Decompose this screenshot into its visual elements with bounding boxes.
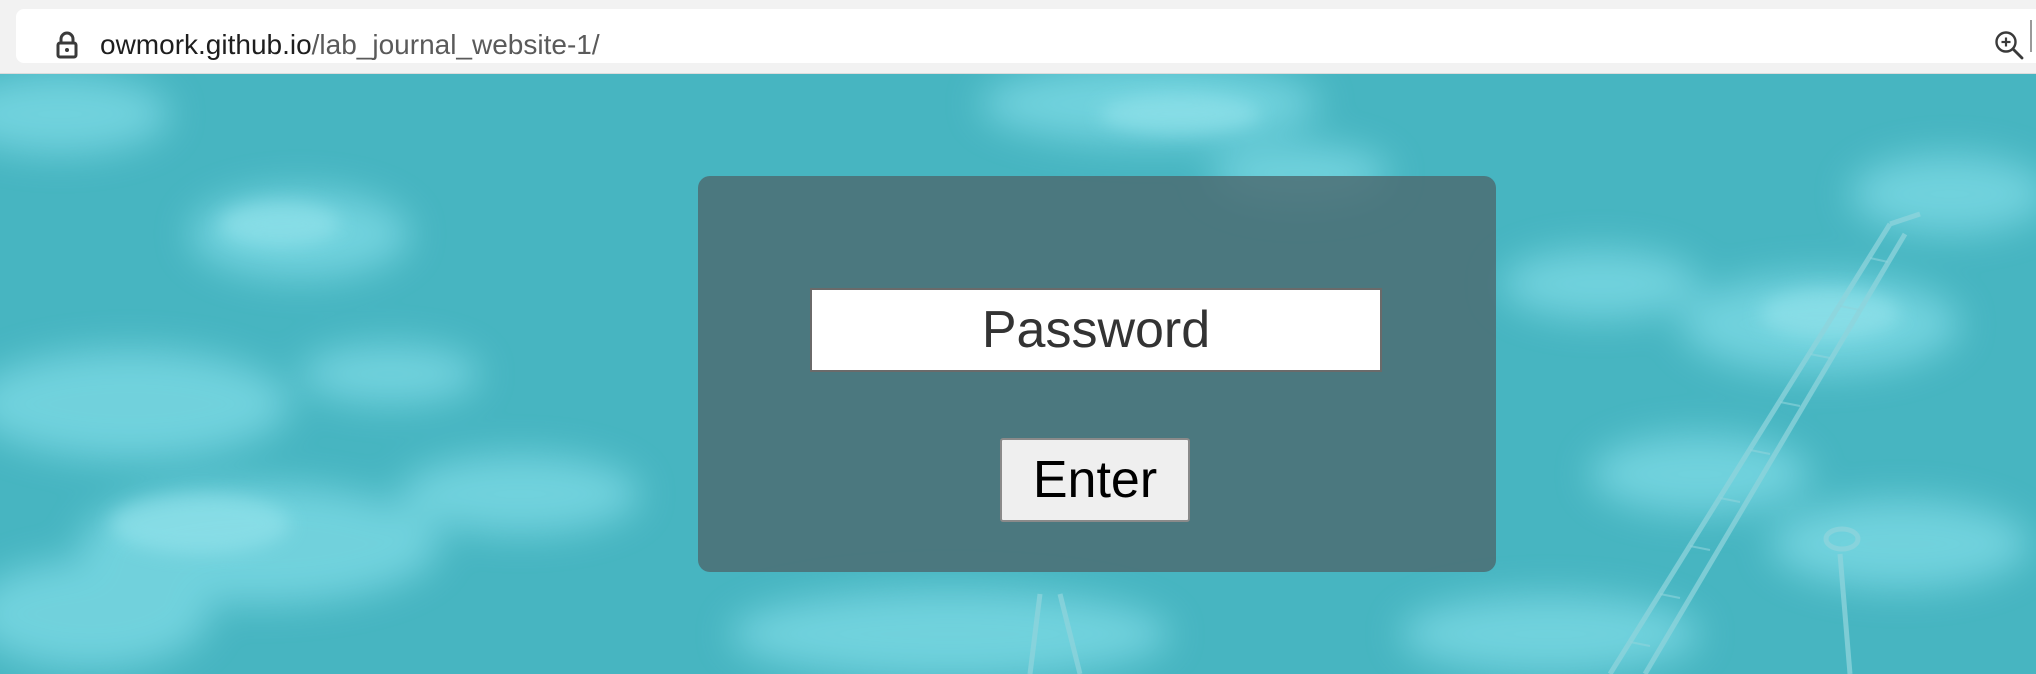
lock-icon[interactable] (56, 31, 78, 59)
url-domain: owmork.github.io (100, 29, 312, 60)
address-bar[interactable]: owmork.github.io/lab_journal_website-1/ (16, 9, 2036, 63)
browser-toolbar: owmork.github.io/lab_journal_website-1/ (0, 0, 2036, 74)
toolbar-divider (2030, 20, 2032, 52)
url-text[interactable]: owmork.github.io/lab_journal_website-1/ (100, 27, 600, 63)
login-panel: Enter (698, 176, 1496, 572)
enter-button[interactable]: Enter (1000, 438, 1190, 522)
password-input[interactable] (810, 288, 1382, 372)
url-path: /lab_journal_website-1/ (311, 29, 600, 60)
zoom-in-icon[interactable] (1994, 30, 2024, 60)
page-content: Enter (0, 74, 2036, 674)
